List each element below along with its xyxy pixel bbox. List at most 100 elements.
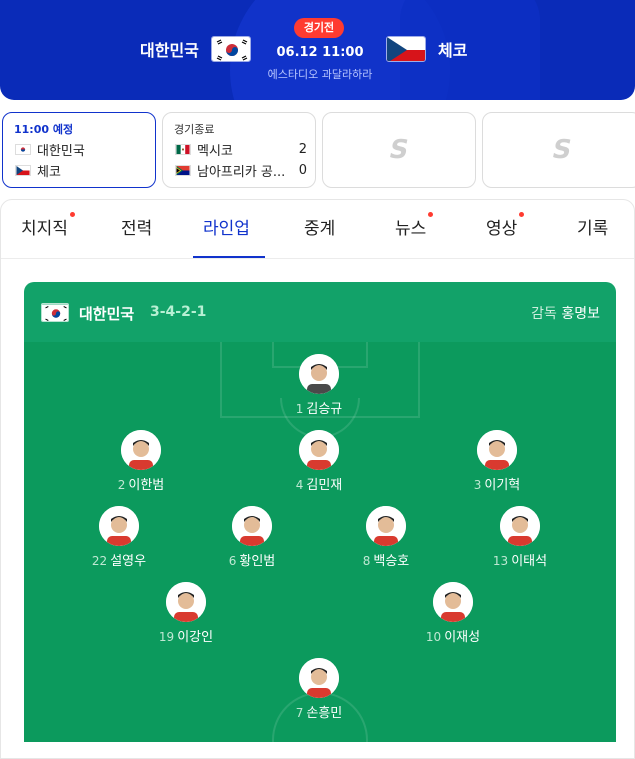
card-team-row: 멕시코 2 <box>175 140 307 159</box>
player-number: 4 <box>295 478 304 492</box>
match-datetime: 06.12 11:00 <box>276 45 364 60</box>
card-status: 경기종료 <box>174 123 215 136</box>
tab-label: 영상 <box>486 219 518 239</box>
player-name: 이한범 <box>128 478 165 493</box>
korea-flag-icon <box>210 36 251 62</box>
player-name: 이재성 <box>444 630 481 645</box>
card-team-name: 남아프리카 공... <box>197 164 286 180</box>
player-name: 황인범 <box>239 554 276 569</box>
player-number: 2 <box>117 478 126 492</box>
player-number: 1 <box>295 402 304 416</box>
match-card-placeholder[interactable]: S <box>322 112 476 188</box>
match-status-badge: 경기전 <box>294 18 344 38</box>
player-label: 3 이기혁 <box>452 474 542 493</box>
player-number: 3 <box>473 478 482 492</box>
match-card-korea-czech[interactable]: 11:00 예정 대한민국 체코 <box>2 112 156 188</box>
home-team[interactable]: 대한민국 <box>140 36 251 62</box>
player-4[interactable]: 4 김민재 <box>274 430 364 502</box>
player-number: 22 <box>91 554 108 568</box>
card-team-name: 대한민국 <box>37 143 85 159</box>
tab-label: 중계 <box>304 219 336 239</box>
new-dot <box>428 212 434 217</box>
player-label: 19 이강인 <box>141 626 231 645</box>
match-card-placeholder[interactable]: S <box>482 112 635 188</box>
czech-flag-icon <box>386 36 426 62</box>
player-name: 손흥민 <box>306 706 343 721</box>
korea-flag-icon <box>15 143 31 155</box>
card-team-name: 체코 <box>37 164 61 180</box>
coach-name: 홍명보 <box>561 306 600 322</box>
tab-label: 라인업 <box>203 219 250 239</box>
player-number: 19 <box>158 630 175 644</box>
new-dot <box>69 212 75 217</box>
player-label: 22 설영우 <box>74 550 164 569</box>
away-team-name: 체코 <box>438 41 468 60</box>
player-3[interactable]: 3 이기혁 <box>452 430 542 502</box>
player-photo <box>299 430 339 470</box>
player-photo <box>121 430 161 470</box>
tab-broadcast[interactable]: 중계 <box>304 214 335 239</box>
player-number: 13 <box>492 554 509 568</box>
tab-strength[interactable]: 전력 <box>121 214 152 239</box>
sports-logo-icon: S <box>549 135 575 165</box>
away-team[interactable]: 체코 <box>386 36 467 62</box>
card-score: 2 <box>298 141 307 157</box>
player-name: 설영우 <box>110 554 147 569</box>
lineup-coach: 감독 홍명보 <box>531 303 600 323</box>
player-number: 7 <box>295 706 304 720</box>
tab-label: 치지직 <box>21 219 68 239</box>
player-photo <box>166 582 206 622</box>
player-name: 백승호 <box>373 554 410 569</box>
player-name: 이기혁 <box>484 478 521 493</box>
tab-label: 전력 <box>121 219 153 239</box>
lineup-formation: 3-4-2-1 <box>150 304 207 320</box>
player-13[interactable]: 13 이태석 <box>475 506 565 578</box>
card-score: 0 <box>298 162 307 178</box>
player-photo <box>299 354 339 394</box>
player-number: 10 <box>425 630 442 644</box>
tab-chzzk[interactable]: 치지직 <box>21 212 75 239</box>
czech-flag-icon <box>15 164 31 176</box>
tab-records[interactable]: 기록 <box>577 214 608 239</box>
lineup-team-name: 대한민국 <box>79 305 135 323</box>
player-1[interactable]: 1 김승규 <box>274 354 364 426</box>
player-label: 8 백승호 <box>341 550 431 569</box>
player-6[interactable]: 6 황인범 <box>207 506 297 578</box>
football-pitch: 1 김승규 2 이한범 4 김민재 3 이기혁 22 설영우 6 황인범 8 백승호 13 이태… <box>24 342 616 742</box>
player-name: 김민재 <box>306 478 343 493</box>
mexico-flag-icon <box>175 143 191 155</box>
card-status: 11:00 예정 <box>14 123 74 136</box>
player-label: 7 손흥민 <box>274 702 364 721</box>
player-10[interactable]: 10 이재성 <box>408 582 498 654</box>
lineup-header: 대한민국 3-4-2-1 감독 홍명보 <box>24 282 616 342</box>
match-venue: 에스타디오 과달라하라 <box>267 68 373 81</box>
player-label: 2 이한범 <box>96 474 186 493</box>
player-22[interactable]: 22 설영우 <box>74 506 164 578</box>
player-name: 김승규 <box>306 402 343 417</box>
tab-label: 기록 <box>577 219 609 239</box>
player-8[interactable]: 8 백승호 <box>341 506 431 578</box>
card-team-row: 대한민국 <box>15 140 147 159</box>
player-19[interactable]: 19 이강인 <box>141 582 231 654</box>
player-photo <box>232 506 272 546</box>
tab-video[interactable]: 영상 <box>486 212 525 239</box>
tab-lineup[interactable]: 라인업 <box>203 214 250 239</box>
player-photo <box>299 658 339 698</box>
match-card-mexico-southafrica[interactable]: 경기종료 멕시코 2 남아프리카 공... 0 <box>162 112 316 188</box>
player-number: 8 <box>362 554 371 568</box>
new-dot <box>519 212 525 217</box>
korea-flag-icon <box>41 303 69 322</box>
player-label: 4 김민재 <box>274 474 364 493</box>
player-name: 이태석 <box>511 554 548 569</box>
player-number: 6 <box>228 554 237 568</box>
tab-news[interactable]: 뉴스 <box>395 212 434 239</box>
south-africa-flag-icon <box>175 164 191 176</box>
player-7[interactable]: 7 손흥민 <box>274 658 364 730</box>
player-photo <box>366 506 406 546</box>
home-team-name: 대한민국 <box>140 41 199 60</box>
player-2[interactable]: 2 이한범 <box>96 430 186 502</box>
card-team-name: 멕시코 <box>197 143 233 159</box>
match-header: 대한민국 경기전 06.12 11:00 에스타디오 과달라하라 체코 <box>0 0 635 100</box>
player-label: 1 김승규 <box>274 398 364 417</box>
player-photo <box>477 430 517 470</box>
